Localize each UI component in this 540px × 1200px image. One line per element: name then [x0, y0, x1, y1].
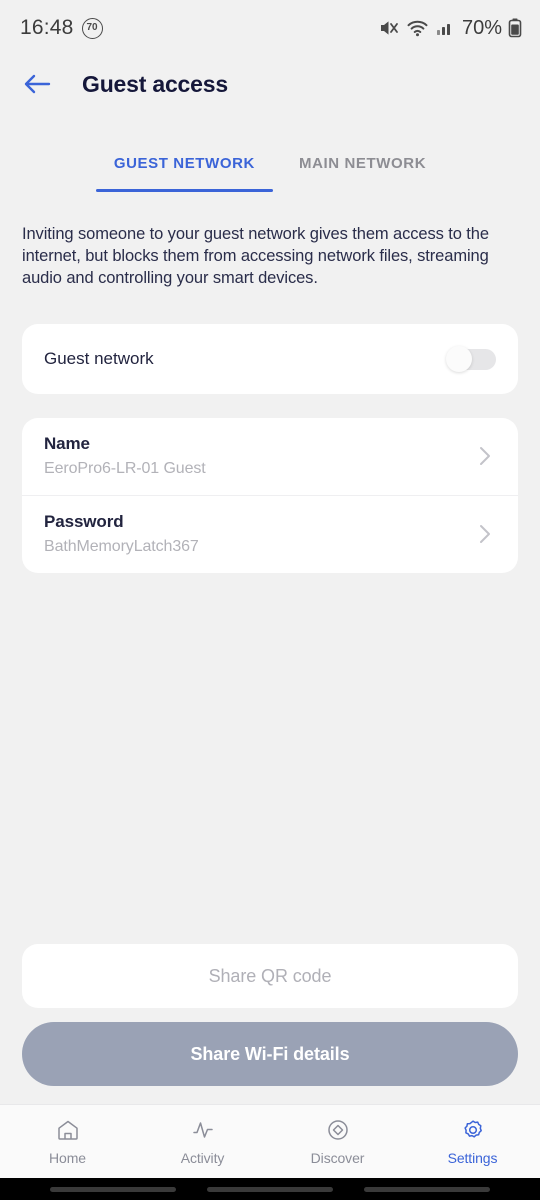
- chevron-right-icon: [480, 525, 490, 544]
- recents-button[interactable]: [49, 1186, 176, 1192]
- home-icon: [57, 1120, 78, 1140]
- row-password[interactable]: Password BathMemoryLatch367: [22, 495, 518, 573]
- system-navigation-bar: [0, 1178, 540, 1200]
- nav-item-home[interactable]: Home: [0, 1117, 135, 1166]
- row-name[interactable]: Name EeroPro6-LR-01 Guest: [22, 418, 518, 495]
- battery-icon: [508, 18, 522, 38]
- status-bar-left: 16:48 70: [20, 16, 103, 40]
- activity-pulse-icon: [192, 1122, 213, 1138]
- compass-icon: [327, 1120, 348, 1140]
- arrow-left-icon: [24, 74, 51, 94]
- nav-label-activity: Activity: [180, 1150, 225, 1166]
- bottom-navigation: Home Activity Discover Settings: [0, 1104, 540, 1178]
- nav-item-settings[interactable]: Settings: [405, 1117, 540, 1166]
- guest-network-toggle[interactable]: [446, 346, 496, 373]
- row-name-value: EeroPro6-LR-01 Guest: [44, 460, 206, 478]
- nav-label-discover: Discover: [310, 1150, 365, 1166]
- guest-network-toggle-card: Guest network: [22, 324, 518, 395]
- gear-icon: [463, 1120, 482, 1138]
- action-buttons: Share QR code Share Wi-Fi details: [22, 944, 518, 1104]
- mute-icon: [380, 21, 398, 35]
- status-bar-right: 70%: [378, 17, 522, 40]
- row-password-value: BathMemoryLatch367: [44, 538, 199, 556]
- wifi-icon: [407, 20, 428, 37]
- tab-guest-network[interactable]: GUEST NETWORK: [92, 134, 277, 192]
- network-tabs: GUEST NETWORK MAIN NETWORK: [0, 134, 540, 192]
- cellular-signal-icon: [436, 24, 450, 35]
- status-time: 16:48: [20, 16, 74, 39]
- row-name-text: Name EeroPro6-LR-01 Guest: [44, 434, 206, 478]
- guest-network-label: Guest network: [44, 349, 154, 369]
- network-credentials-card: Name EeroPro6-LR-01 Guest Password BathM…: [22, 418, 518, 574]
- nav-label-settings: Settings: [447, 1150, 498, 1166]
- tab-main-network[interactable]: MAIN NETWORK: [277, 134, 448, 192]
- battery-percentage: 70%: [461, 16, 502, 39]
- phone-screen: 16:48 70 70% Guest access GUEST NETWORK …: [0, 0, 540, 1200]
- main-content: Inviting someone to your guest network g…: [0, 192, 540, 1104]
- back-button[interactable]: [20, 67, 54, 101]
- app-header: Guest access: [0, 56, 540, 112]
- home-button[interactable]: [206, 1186, 333, 1192]
- row-name-title: Name: [44, 434, 90, 454]
- page-title: Guest access: [82, 70, 228, 97]
- share-wifi-details-button[interactable]: Share Wi-Fi details: [22, 1022, 518, 1086]
- speed-limit-badge: 70: [81, 17, 103, 39]
- share-qr-code-button[interactable]: Share QR code: [22, 944, 518, 1008]
- row-password-title: Password: [44, 512, 124, 532]
- nav-item-activity[interactable]: Activity: [135, 1117, 270, 1166]
- status-bar: 16:48 70 70%: [0, 0, 540, 56]
- row-password-text: Password BathMemoryLatch367: [44, 512, 199, 556]
- back-button-system[interactable]: [364, 1186, 491, 1192]
- chevron-right-icon: [480, 447, 490, 466]
- guest-network-description: Inviting someone to your guest network g…: [22, 225, 489, 287]
- nav-label-home: Home: [49, 1150, 86, 1166]
- nav-item-discover[interactable]: Discover: [270, 1117, 405, 1166]
